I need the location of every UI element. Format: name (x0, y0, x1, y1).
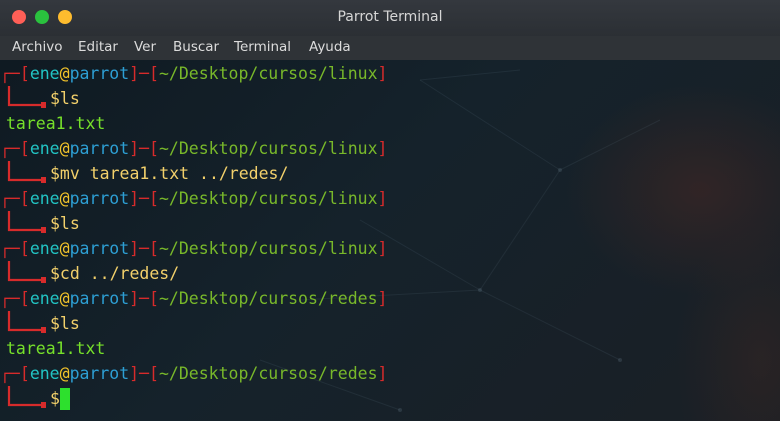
menu-archivo[interactable]: Archivo (12, 39, 62, 55)
prompt-separator: ]─[ (129, 364, 159, 383)
prompt-at: @ (59, 364, 70, 383)
prompt-user: ene (29, 289, 60, 308)
prompt-connector-icon (7, 211, 46, 233)
command-output-line: tarea1.txt (6, 336, 105, 361)
prompt-host: parrot (69, 139, 130, 158)
prompt-user: ene (29, 364, 60, 383)
output-text: tarea1.txt (6, 339, 106, 358)
menu-terminal[interactable]: Terminal (234, 39, 291, 55)
prompt-connector-icon (7, 86, 46, 108)
prompt-host: parrot (69, 64, 130, 83)
prompt-corner: ┌─[ (0, 64, 30, 83)
prompt-corner: ┌─[ (0, 289, 30, 308)
prompt-user: ene (29, 239, 60, 258)
command-line: $ (0, 386, 70, 411)
prompt-separator: ]─[ (129, 64, 159, 83)
command-text: $mv tarea1.txt ../redes/ (50, 164, 289, 183)
prompt-connector-icon (7, 386, 46, 408)
prompt-bracket-close: ] (377, 139, 388, 158)
menu-buscar[interactable]: Buscar (173, 39, 219, 55)
terminal-output-area[interactable]: ┌─[ene@parrot]─[~/Desktop/cursos/linux] $… (0, 60, 780, 421)
prompt-separator: ]─[ (129, 139, 159, 158)
prompt-bracket-close: ] (377, 364, 388, 383)
command-line: $ls (0, 211, 80, 236)
prompt-at: @ (59, 139, 70, 158)
command-text: $cd ../redes/ (50, 264, 180, 283)
prompt-separator: ]─[ (129, 189, 159, 208)
prompt-user: ene (29, 139, 60, 158)
prompt-separator: ]─[ (129, 289, 159, 308)
command-text: $ (50, 389, 60, 408)
prompt-header-line: ┌─[ene@parrot]─[~/Desktop/cursos/redes] (0, 286, 387, 311)
prompt-connector-icon (7, 311, 46, 333)
prompt-user: ene (29, 189, 60, 208)
prompt-separator: ]─[ (129, 239, 159, 258)
prompt-at: @ (59, 189, 70, 208)
prompt-host: parrot (69, 239, 130, 258)
prompt-path: ~/Desktop/cursos/linux (158, 139, 378, 158)
command-text: $ls (50, 89, 80, 108)
window-title: Parrot Terminal (337, 9, 443, 25)
menu-ver[interactable]: Ver (134, 39, 156, 55)
title-bar[interactable]: Parrot Terminal (0, 0, 780, 36)
terminal-cursor (59, 388, 70, 410)
prompt-connector-icon (7, 261, 46, 283)
output-text: tarea1.txt (6, 114, 106, 133)
prompt-host: parrot (69, 189, 130, 208)
prompt-host: parrot (69, 289, 130, 308)
prompt-bracket-close: ] (377, 239, 388, 258)
terminal-window: Parrot Terminal Archivo Editar Ver Busca… (0, 0, 780, 421)
prompt-header-line: ┌─[ene@parrot]─[~/Desktop/cursos/linux] (0, 186, 387, 211)
prompt-at: @ (59, 289, 70, 308)
command-output-line: tarea1.txt (6, 111, 105, 136)
prompt-user: ene (29, 64, 60, 83)
prompt-path: ~/Desktop/cursos/linux (158, 239, 378, 258)
prompt-bracket-close: ] (377, 189, 388, 208)
command-line: $ls (0, 86, 80, 111)
prompt-corner: ┌─[ (0, 364, 30, 383)
prompt-host: parrot (69, 364, 130, 383)
command-text: $ls (50, 314, 80, 333)
command-text: $ls (50, 214, 80, 233)
prompt-path: ~/Desktop/cursos/linux (158, 64, 378, 83)
menu-bar: Archivo Editar Ver Buscar Terminal Ayuda (0, 36, 780, 60)
prompt-bracket-close: ] (377, 64, 388, 83)
prompt-at: @ (59, 64, 70, 83)
prompt-header-line: ┌─[ene@parrot]─[~/Desktop/cursos/redes] (0, 361, 387, 386)
prompt-corner: ┌─[ (0, 139, 30, 158)
command-line: $cd ../redes/ (0, 261, 179, 286)
prompt-path: ~/Desktop/cursos/redes (158, 289, 378, 308)
prompt-header-line: ┌─[ene@parrot]─[~/Desktop/cursos/linux] (0, 236, 387, 261)
menu-editar[interactable]: Editar (78, 39, 118, 55)
prompt-corner: ┌─[ (0, 239, 30, 258)
prompt-header-line: ┌─[ene@parrot]─[~/Desktop/cursos/linux] (0, 136, 387, 161)
menu-ayuda[interactable]: Ayuda (309, 39, 351, 55)
prompt-bracket-close: ] (377, 289, 388, 308)
command-line: $ls (0, 311, 80, 336)
prompt-corner: ┌─[ (0, 189, 30, 208)
prompt-at: @ (59, 239, 70, 258)
command-line: $mv tarea1.txt ../redes/ (0, 161, 288, 186)
prompt-path: ~/Desktop/cursos/linux (158, 189, 378, 208)
prompt-header-line: ┌─[ene@parrot]─[~/Desktop/cursos/linux] (0, 61, 387, 86)
prompt-connector-icon (7, 161, 46, 183)
prompt-path: ~/Desktop/cursos/redes (158, 364, 378, 383)
